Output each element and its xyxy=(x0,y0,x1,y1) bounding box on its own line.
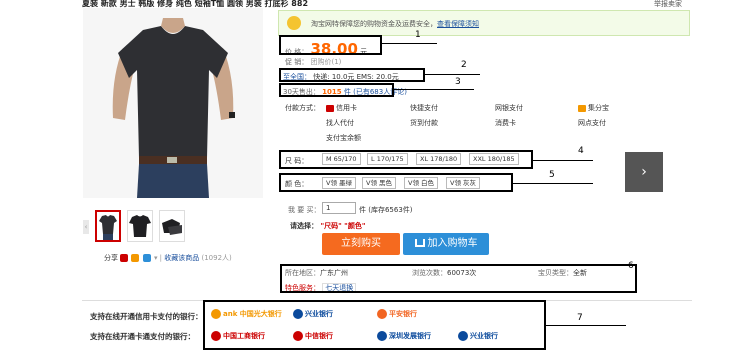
notice-link[interactable]: 查看保障须知 xyxy=(437,20,479,28)
share-more-icon[interactable] xyxy=(142,254,151,262)
annotation-number-3: 3 xyxy=(455,77,461,87)
annotation-line-1 xyxy=(382,43,437,44)
payment-label: 付款方式： xyxy=(285,104,320,112)
payment-method-8: 网点支付 xyxy=(578,119,606,127)
credit-banks-label: 支持在线开通信用卡支付的银行： xyxy=(90,312,203,321)
select-prompt-value: "尺码" "颜色" xyxy=(320,222,366,230)
payment-method-5: 找人代付 xyxy=(326,119,354,127)
product-photo[interactable] xyxy=(83,8,263,198)
promo-label: 促 销： xyxy=(285,58,309,66)
weibo-icon[interactable] xyxy=(120,254,129,262)
annotation-box-7 xyxy=(203,300,546,350)
cart-icon xyxy=(414,239,425,247)
quantity-label: 我 要 买： xyxy=(288,206,321,214)
collect-count: (1092人) xyxy=(201,254,232,262)
quantity-stock: 件 (库存6563件) xyxy=(359,206,413,214)
thumbnail-2[interactable] xyxy=(127,210,153,242)
annotation-number-1: 1 xyxy=(415,30,421,40)
annotation-box-5 xyxy=(279,173,513,192)
buy-now-button[interactable]: 立刻购买 xyxy=(322,233,400,255)
notice-text: 淘宝网特保障您的购物资金及运费安全， xyxy=(311,20,437,28)
quantity-row: 我 要 买： xyxy=(288,205,320,215)
card-banks-label: 支持在线开通卡通支付的银行： xyxy=(90,332,195,341)
quantity-input[interactable]: 1 xyxy=(322,202,356,214)
annotation-line-3 xyxy=(394,89,474,90)
thumbnail-3[interactable] xyxy=(159,210,185,242)
payment-method-4: 集分宝 xyxy=(578,103,609,113)
thumbnail-strip: ‹ xyxy=(83,210,273,245)
annotation-box-6 xyxy=(280,264,637,293)
share-row: 分享 ▾ | 收藏该商品 (1092人) xyxy=(104,254,232,262)
select-prompt: 请选择： "尺码" "颜色" xyxy=(290,221,365,231)
annotation-box-3 xyxy=(279,83,394,97)
annotation-box-4 xyxy=(279,150,533,169)
annotation-number-6: 6 xyxy=(628,261,634,271)
annotation-box-2 xyxy=(279,68,425,82)
top-bar: 夏装 新款 男士 韩版 修身 纯色 短袖T恤 圆领 男装 打底衫 882 举报卖… xyxy=(80,0,690,8)
payment-method-2: 快捷支付 xyxy=(410,104,438,112)
payment-method-9: 支付宝余额 xyxy=(326,134,361,142)
next-image-button[interactable]: › xyxy=(625,152,663,192)
annotation-number-5: 5 xyxy=(549,170,555,180)
thumbnail-1[interactable] xyxy=(95,210,121,242)
annotation-line-4 xyxy=(533,160,593,161)
annotation-number-2: 2 xyxy=(461,60,467,70)
share-label: 分享 xyxy=(104,254,118,262)
promo-value: 团购价(1) xyxy=(310,58,342,66)
product-title: 夏装 新款 男士 韩版 修身 纯色 短袖T恤 圆领 男装 打底衫 882 xyxy=(82,0,309,8)
annotation-line-2 xyxy=(425,74,480,75)
payment-method-6: 货到付款 xyxy=(410,119,438,127)
add-to-cart-button[interactable]: 加入购物车 xyxy=(403,233,489,255)
promo-row: 促 销： 团购价(1) xyxy=(285,57,341,67)
payment-method-3: 网银支付 xyxy=(495,104,523,112)
annotation-box-1 xyxy=(279,35,382,55)
payment-method-1: 信用卡 xyxy=(326,103,357,113)
collect-link[interactable]: 收藏该商品 xyxy=(164,254,199,262)
annotation-number-7: 7 xyxy=(577,313,583,323)
credit-card-icon xyxy=(326,104,334,112)
notice-bar: 淘宝网特保障您的购物资金及运费安全，查看保障须知 xyxy=(278,10,690,36)
payment-method-7: 消费卡 xyxy=(495,119,516,127)
lightbulb-icon xyxy=(287,16,301,30)
thumb-prev-button[interactable]: ‹ xyxy=(83,220,89,234)
annotation-line-5 xyxy=(513,183,593,184)
annotation-number-4: 4 xyxy=(578,146,584,156)
report-link[interactable]: 举报卖家 xyxy=(654,0,682,8)
qzone-icon[interactable] xyxy=(131,254,140,262)
points-icon xyxy=(578,104,586,112)
select-prompt-label: 请选择： xyxy=(290,222,318,230)
annotation-line-7 xyxy=(546,325,626,326)
